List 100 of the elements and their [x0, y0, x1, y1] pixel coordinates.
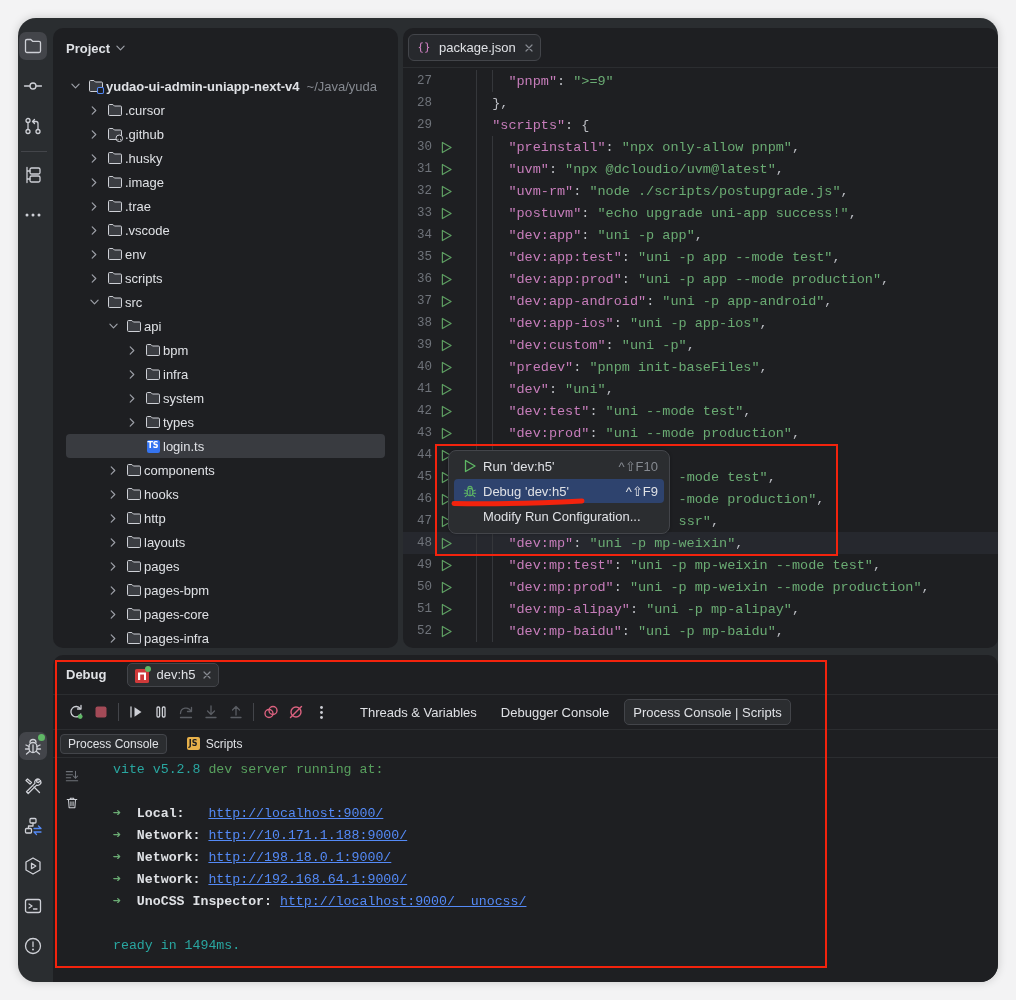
play-icon[interactable] — [441, 162, 452, 176]
folder-icon — [145, 342, 161, 358]
chevron-right-icon[interactable] — [91, 153, 97, 163]
console-label: Local: — [136, 805, 186, 823]
tree-item[interactable]: layouts — [66, 530, 385, 554]
play-icon[interactable] — [441, 426, 452, 440]
chevron-right-icon[interactable] — [91, 273, 97, 283]
tree-item[interactable]: pages — [66, 554, 385, 578]
tree-item[interactable]: env — [66, 242, 385, 266]
chevron-right-icon[interactable] — [129, 345, 135, 355]
code-line: "pnpm": ">=9" — [508, 73, 614, 89]
tree-item[interactable]: http — [66, 506, 385, 530]
trash-icon[interactable] — [65, 796, 79, 810]
tree-item[interactable]: .cursor — [66, 98, 385, 122]
chevron-right-icon[interactable] — [110, 489, 116, 499]
tree-item[interactable]: hooks — [66, 482, 385, 506]
play-icon[interactable] — [441, 184, 452, 198]
console-link[interactable]: http://localhost:9000/__unocss/ — [279, 894, 527, 909]
step-over-icon — [178, 704, 194, 720]
chevron-right-icon[interactable] — [129, 417, 135, 427]
chevron-right-icon[interactable] — [110, 537, 116, 547]
folder-icon — [107, 102, 123, 118]
chevron-right-icon[interactable] — [110, 465, 116, 475]
play-icon[interactable] — [441, 536, 452, 550]
pause-icon — [153, 704, 169, 720]
play-icon[interactable] — [441, 140, 452, 154]
tree-item[interactable]: pages-core — [66, 602, 385, 626]
tree-item[interactable]: types — [66, 410, 385, 434]
play-icon[interactable] — [441, 580, 452, 594]
tree-item[interactable]: pages-infra — [66, 626, 385, 648]
tool-window-button[interactable] — [19, 732, 47, 760]
chevron-right-icon[interactable] — [110, 513, 116, 523]
code-line: "dev:app:prod": "uni -p app --mode production", — [508, 271, 890, 287]
tree-item[interactable]: infra — [66, 362, 385, 386]
tab[interactable]: Process Console — [60, 733, 167, 754]
tree-item[interactable]: .vscode — [66, 218, 385, 242]
console-link[interactable]: http://localhost:9000/ — [208, 806, 384, 821]
chevron-down-icon[interactable] — [70, 83, 80, 89]
chevron-right-icon[interactable] — [129, 393, 135, 403]
chevron-right-icon[interactable] — [91, 105, 97, 115]
tree-item[interactable]: .github — [66, 122, 385, 146]
tree-item[interactable]: .trae — [66, 194, 385, 218]
chevron-right-icon[interactable] — [110, 609, 116, 619]
chevron-right-icon[interactable] — [91, 129, 97, 139]
close-icon[interactable] — [202, 670, 211, 679]
chevron-right-icon[interactable] — [91, 177, 97, 187]
tree-item[interactable]: bpm — [66, 338, 385, 362]
line-number: 51 — [416, 602, 432, 616]
tab[interactable]: Threads & Variables — [351, 699, 486, 725]
chevron-right-icon[interactable] — [110, 633, 116, 643]
play-icon[interactable] — [441, 624, 452, 638]
tree-item[interactable]: components — [66, 458, 385, 482]
tab[interactable]: JS Scripts — [178, 733, 251, 754]
play-icon[interactable] — [441, 294, 452, 308]
menu-item[interactable]: Run 'dev:h5' ^⇧F10 — [454, 454, 664, 478]
chevron-right-icon[interactable] — [129, 369, 135, 379]
panel-title: Project — [66, 40, 111, 56]
chevron-right-icon[interactable] — [91, 249, 97, 259]
tree-item[interactable]: src — [66, 290, 385, 314]
play-icon[interactable] — [441, 558, 452, 572]
line-number: 50 — [416, 580, 432, 594]
play-icon[interactable] — [441, 404, 452, 418]
tree-item[interactable]: .husky — [66, 146, 385, 170]
chevron-right-icon[interactable] — [91, 225, 97, 235]
play-icon[interactable] — [441, 360, 452, 374]
session-tab[interactable]: dev:h5 — [127, 662, 219, 687]
tool-window-button[interactable] — [19, 32, 47, 60]
chevron-down-icon[interactable] — [108, 323, 118, 329]
play-icon[interactable] — [441, 382, 452, 396]
chevron-down-icon[interactable] — [89, 299, 99, 305]
console-link[interactable]: http://198.18.0.1:9000/ — [208, 850, 392, 865]
tree-item[interactable]: TS login.ts — [66, 434, 385, 458]
scroll-to-end-icon[interactable] — [65, 769, 79, 783]
tab[interactable]: Process Console | Scripts — [624, 699, 791, 725]
tree-item[interactable]: scripts — [66, 266, 385, 290]
line-number: 40 — [416, 360, 432, 374]
play-icon[interactable] — [441, 602, 452, 616]
console-link[interactable]: http://192.168.64.1:9000/ — [208, 872, 408, 887]
tree-item[interactable]: pages-bpm — [66, 578, 385, 602]
chevron-right-icon[interactable] — [110, 585, 116, 595]
tools-icon — [23, 776, 43, 796]
chevron-down-icon[interactable] — [116, 45, 126, 51]
play-icon[interactable] — [441, 250, 452, 264]
chevron-right-icon[interactable] — [110, 561, 116, 571]
chevron-right-icon[interactable] — [91, 201, 97, 211]
play-icon[interactable] — [441, 206, 452, 220]
play-icon[interactable] — [441, 448, 452, 462]
tree-item[interactable]: yudao-ui-admin-uniapp-next-v4 ~/Java/yuda — [66, 74, 385, 98]
play-icon[interactable] — [441, 338, 452, 352]
play-icon[interactable] — [441, 316, 452, 330]
tree-item[interactable]: .image — [66, 170, 385, 194]
tree-item[interactable]: system — [66, 386, 385, 410]
tab[interactable]: Debugger Console — [491, 699, 619, 725]
close-icon[interactable] — [524, 43, 533, 52]
play-icon[interactable] — [441, 272, 452, 286]
editor-tab[interactable]: package.json — [408, 34, 541, 61]
console-link[interactable]: http://10.171.1.188:9000/ — [208, 828, 408, 843]
menu-item[interactable]: Modify Run Configuration... — [454, 504, 664, 528]
tree-item[interactable]: api — [66, 314, 385, 338]
play-icon[interactable] — [441, 228, 452, 242]
